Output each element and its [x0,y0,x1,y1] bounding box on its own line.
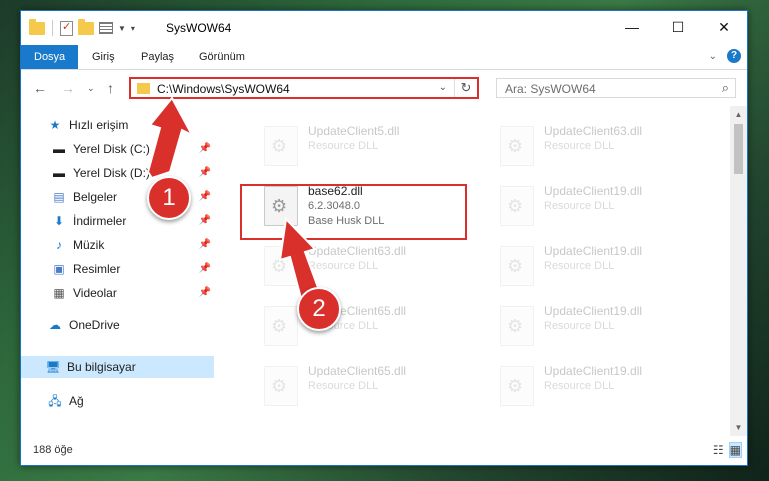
annotation-arrows [146,96,322,304]
step-2-badge: 2 [297,287,341,331]
arrow-1 [146,96,195,180]
step-1-badge: 1 [147,176,191,220]
